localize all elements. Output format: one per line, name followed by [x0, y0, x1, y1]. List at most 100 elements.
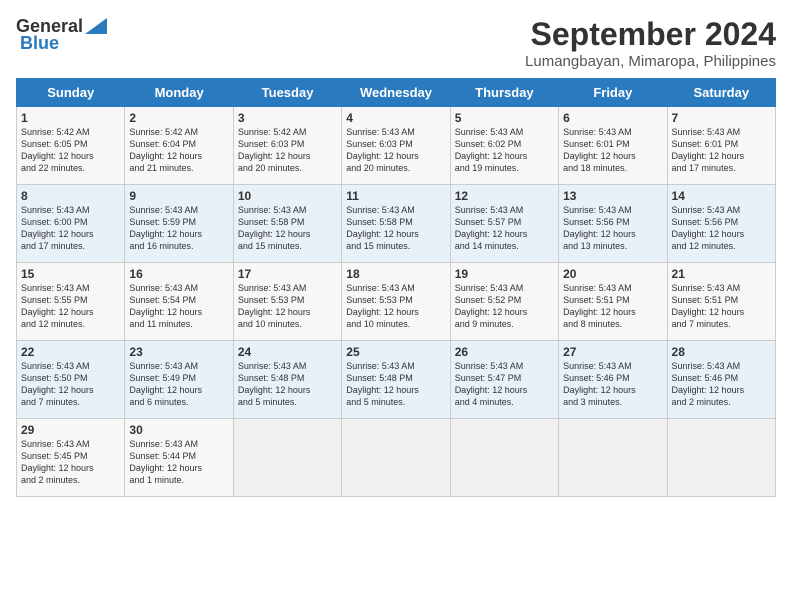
col-thursday: Thursday [450, 79, 558, 107]
cell-data: Sunrise: 5:43 AM Sunset: 5:58 PM Dayligh… [346, 204, 445, 253]
table-cell: 10Sunrise: 5:43 AM Sunset: 5:58 PM Dayli… [233, 185, 341, 263]
day-number: 11 [346, 189, 445, 203]
table-cell: 2Sunrise: 5:42 AM Sunset: 6:04 PM Daylig… [125, 107, 233, 185]
cell-data: Sunrise: 5:43 AM Sunset: 5:56 PM Dayligh… [563, 204, 662, 253]
day-number: 9 [129, 189, 228, 203]
day-number: 14 [672, 189, 771, 203]
table-cell: 30Sunrise: 5:43 AM Sunset: 5:44 PM Dayli… [125, 419, 233, 497]
day-number: 30 [129, 423, 228, 437]
cell-data: Sunrise: 5:43 AM Sunset: 5:54 PM Dayligh… [129, 282, 228, 331]
cell-data: Sunrise: 5:43 AM Sunset: 5:44 PM Dayligh… [129, 438, 228, 487]
day-number: 7 [672, 111, 771, 125]
table-cell: 29Sunrise: 5:43 AM Sunset: 5:45 PM Dayli… [17, 419, 125, 497]
cell-data: Sunrise: 5:42 AM Sunset: 6:05 PM Dayligh… [21, 126, 120, 175]
day-number: 19 [455, 267, 554, 281]
day-number: 8 [21, 189, 120, 203]
table-cell: 13Sunrise: 5:43 AM Sunset: 5:56 PM Dayli… [559, 185, 667, 263]
day-number: 25 [346, 345, 445, 359]
cell-data: Sunrise: 5:43 AM Sunset: 5:45 PM Dayligh… [21, 438, 120, 487]
table-cell: 18Sunrise: 5:43 AM Sunset: 5:53 PM Dayli… [342, 263, 450, 341]
table-cell: 28Sunrise: 5:43 AM Sunset: 5:46 PM Dayli… [667, 341, 775, 419]
table-cell: 7Sunrise: 5:43 AM Sunset: 6:01 PM Daylig… [667, 107, 775, 185]
page-header: General Blue September 2024 Lumangbayan,… [16, 16, 776, 70]
table-cell [342, 419, 450, 497]
cell-data: Sunrise: 5:43 AM Sunset: 5:46 PM Dayligh… [563, 360, 662, 409]
table-cell: 15Sunrise: 5:43 AM Sunset: 5:55 PM Dayli… [17, 263, 125, 341]
cell-data: Sunrise: 5:42 AM Sunset: 6:04 PM Dayligh… [129, 126, 228, 175]
month-year-title: September 2024 [525, 16, 776, 53]
day-number: 16 [129, 267, 228, 281]
location-subtitle: Lumangbayan, Mimaropa, Philippines [525, 53, 776, 70]
table-cell: 6Sunrise: 5:43 AM Sunset: 6:01 PM Daylig… [559, 107, 667, 185]
table-cell: 5Sunrise: 5:43 AM Sunset: 6:02 PM Daylig… [450, 107, 558, 185]
col-saturday: Saturday [667, 79, 775, 107]
cell-data: Sunrise: 5:42 AM Sunset: 6:03 PM Dayligh… [238, 126, 337, 175]
cell-data: Sunrise: 5:43 AM Sunset: 5:57 PM Dayligh… [455, 204, 554, 253]
day-number: 4 [346, 111, 445, 125]
table-cell: 3Sunrise: 5:42 AM Sunset: 6:03 PM Daylig… [233, 107, 341, 185]
table-cell: 22Sunrise: 5:43 AM Sunset: 5:50 PM Dayli… [17, 341, 125, 419]
table-cell: 19Sunrise: 5:43 AM Sunset: 5:52 PM Dayli… [450, 263, 558, 341]
table-cell: 8Sunrise: 5:43 AM Sunset: 6:00 PM Daylig… [17, 185, 125, 263]
day-number: 1 [21, 111, 120, 125]
table-cell: 17Sunrise: 5:43 AM Sunset: 5:53 PM Dayli… [233, 263, 341, 341]
table-cell: 20Sunrise: 5:43 AM Sunset: 5:51 PM Dayli… [559, 263, 667, 341]
day-number: 22 [21, 345, 120, 359]
cell-data: Sunrise: 5:43 AM Sunset: 5:53 PM Dayligh… [238, 282, 337, 331]
cell-data: Sunrise: 5:43 AM Sunset: 6:00 PM Dayligh… [21, 204, 120, 253]
day-number: 26 [455, 345, 554, 359]
cell-data: Sunrise: 5:43 AM Sunset: 5:47 PM Dayligh… [455, 360, 554, 409]
table-cell: 23Sunrise: 5:43 AM Sunset: 5:49 PM Dayli… [125, 341, 233, 419]
calendar-header-row: Sunday Monday Tuesday Wednesday Thursday… [17, 79, 776, 107]
calendar-table: Sunday Monday Tuesday Wednesday Thursday… [16, 78, 776, 497]
cell-data: Sunrise: 5:43 AM Sunset: 5:49 PM Dayligh… [129, 360, 228, 409]
table-cell [559, 419, 667, 497]
day-number: 3 [238, 111, 337, 125]
day-number: 21 [672, 267, 771, 281]
col-tuesday: Tuesday [233, 79, 341, 107]
col-monday: Monday [125, 79, 233, 107]
logo-blue: Blue [20, 33, 59, 54]
title-section: September 2024 Lumangbayan, Mimaropa, Ph… [525, 16, 776, 70]
day-number: 12 [455, 189, 554, 203]
logo: General Blue [16, 16, 107, 54]
table-cell [450, 419, 558, 497]
table-cell: 1Sunrise: 5:42 AM Sunset: 6:05 PM Daylig… [17, 107, 125, 185]
table-cell: 11Sunrise: 5:43 AM Sunset: 5:58 PM Dayli… [342, 185, 450, 263]
cell-data: Sunrise: 5:43 AM Sunset: 5:48 PM Dayligh… [238, 360, 337, 409]
cell-data: Sunrise: 5:43 AM Sunset: 5:59 PM Dayligh… [129, 204, 228, 253]
day-number: 29 [21, 423, 120, 437]
cell-data: Sunrise: 5:43 AM Sunset: 6:02 PM Dayligh… [455, 126, 554, 175]
cell-data: Sunrise: 5:43 AM Sunset: 5:51 PM Dayligh… [563, 282, 662, 331]
col-sunday: Sunday [17, 79, 125, 107]
table-cell: 4Sunrise: 5:43 AM Sunset: 6:03 PM Daylig… [342, 107, 450, 185]
day-number: 18 [346, 267, 445, 281]
week-row-5: 29Sunrise: 5:43 AM Sunset: 5:45 PM Dayli… [17, 419, 776, 497]
table-cell: 24Sunrise: 5:43 AM Sunset: 5:48 PM Dayli… [233, 341, 341, 419]
cell-data: Sunrise: 5:43 AM Sunset: 6:01 PM Dayligh… [672, 126, 771, 175]
table-cell: 12Sunrise: 5:43 AM Sunset: 5:57 PM Dayli… [450, 185, 558, 263]
cell-data: Sunrise: 5:43 AM Sunset: 5:58 PM Dayligh… [238, 204, 337, 253]
cell-data: Sunrise: 5:43 AM Sunset: 5:55 PM Dayligh… [21, 282, 120, 331]
cell-data: Sunrise: 5:43 AM Sunset: 5:50 PM Dayligh… [21, 360, 120, 409]
cell-data: Sunrise: 5:43 AM Sunset: 5:48 PM Dayligh… [346, 360, 445, 409]
week-row-2: 8Sunrise: 5:43 AM Sunset: 6:00 PM Daylig… [17, 185, 776, 263]
day-number: 17 [238, 267, 337, 281]
day-number: 23 [129, 345, 228, 359]
table-cell: 27Sunrise: 5:43 AM Sunset: 5:46 PM Dayli… [559, 341, 667, 419]
cell-data: Sunrise: 5:43 AM Sunset: 5:56 PM Dayligh… [672, 204, 771, 253]
table-cell: 21Sunrise: 5:43 AM Sunset: 5:51 PM Dayli… [667, 263, 775, 341]
day-number: 28 [672, 345, 771, 359]
day-number: 13 [563, 189, 662, 203]
day-number: 27 [563, 345, 662, 359]
table-cell: 14Sunrise: 5:43 AM Sunset: 5:56 PM Dayli… [667, 185, 775, 263]
day-number: 5 [455, 111, 554, 125]
table-cell: 16Sunrise: 5:43 AM Sunset: 5:54 PM Dayli… [125, 263, 233, 341]
day-number: 20 [563, 267, 662, 281]
cell-data: Sunrise: 5:43 AM Sunset: 5:51 PM Dayligh… [672, 282, 771, 331]
week-row-4: 22Sunrise: 5:43 AM Sunset: 5:50 PM Dayli… [17, 341, 776, 419]
table-cell: 26Sunrise: 5:43 AM Sunset: 5:47 PM Dayli… [450, 341, 558, 419]
table-cell: 25Sunrise: 5:43 AM Sunset: 5:48 PM Dayli… [342, 341, 450, 419]
day-number: 15 [21, 267, 120, 281]
day-number: 6 [563, 111, 662, 125]
